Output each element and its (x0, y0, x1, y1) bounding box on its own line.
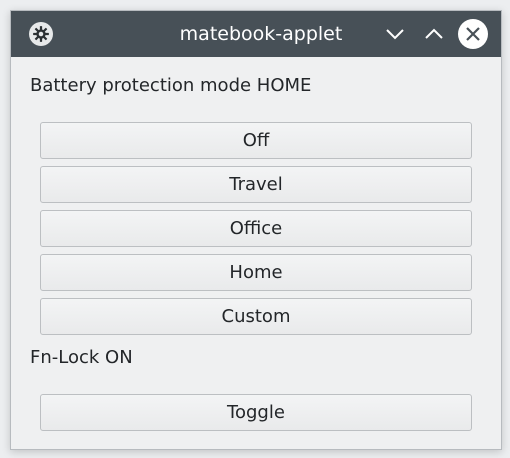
battery-travel-button[interactable]: Travel (40, 166, 472, 203)
titlebar[interactable]: matebook-applet (11, 11, 501, 57)
battery-home-button[interactable]: Home (40, 254, 472, 291)
fn-lock-toggle-button[interactable]: Toggle (40, 394, 472, 431)
chevron-up-icon (425, 28, 443, 39)
battery-mode-label: Battery protection mode HOME (30, 75, 312, 96)
main-content: Battery protection mode HOME Off Travel … (11, 57, 501, 451)
battery-office-button[interactable]: Office (40, 210, 472, 247)
battery-custom-button[interactable]: Custom (40, 298, 472, 335)
minimize-button[interactable] (381, 20, 409, 48)
battery-off-button[interactable]: Off (40, 122, 472, 159)
app-window: matebook-applet Battery protection mode … (10, 10, 502, 450)
close-button[interactable] (458, 19, 488, 49)
close-icon (466, 27, 480, 41)
fn-lock-label: Fn-Lock ON (30, 347, 133, 368)
chevron-down-icon (386, 29, 404, 40)
maximize-button[interactable] (420, 20, 448, 48)
